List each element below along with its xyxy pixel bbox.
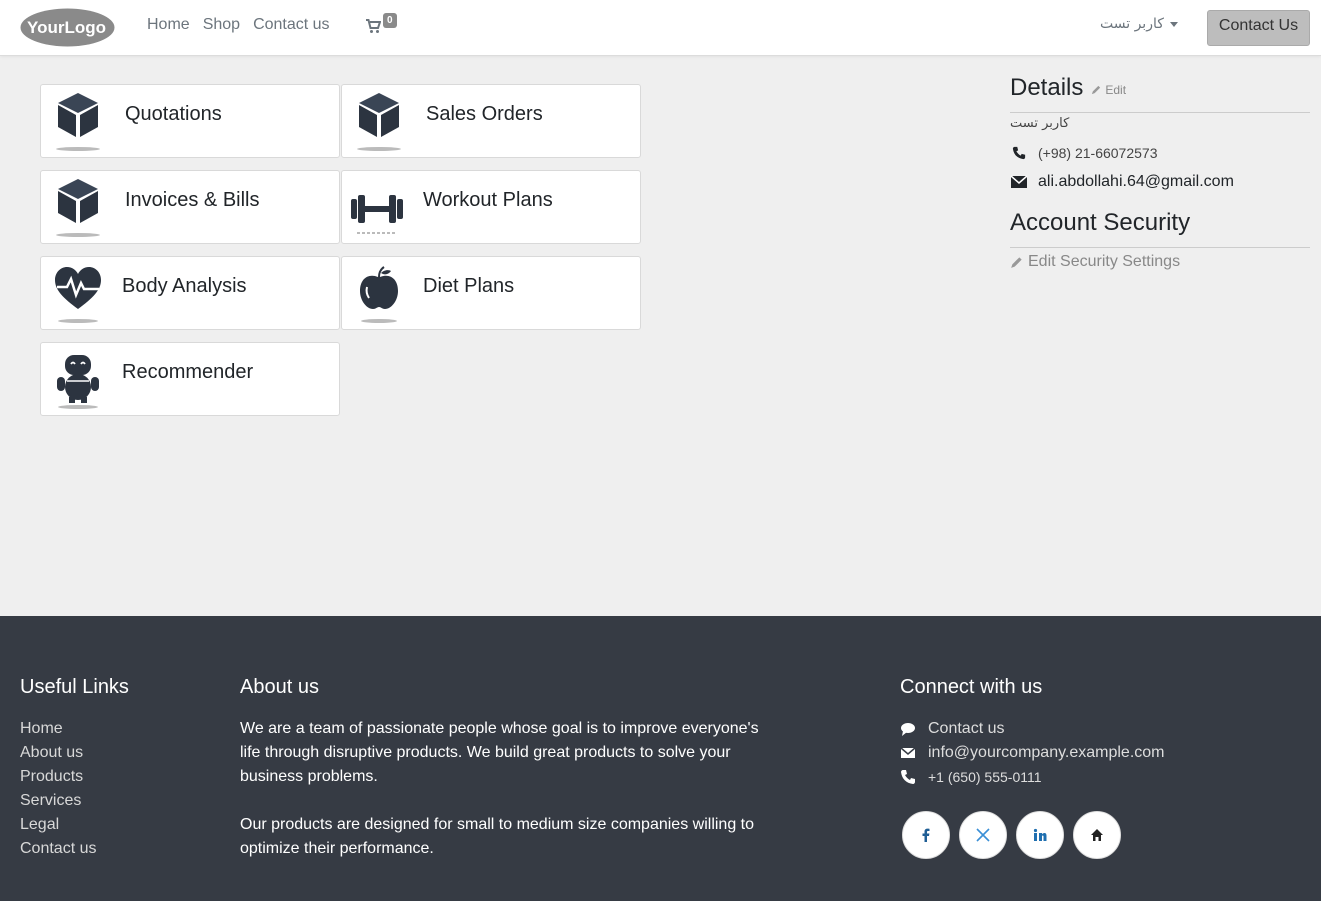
home-icon[interactable] xyxy=(1073,811,1121,859)
user-name: کاربر تست xyxy=(1100,16,1164,32)
main-nav: Home Shop Contact us xyxy=(147,16,343,34)
connect-email: info@yourcompany.example.com xyxy=(928,744,1165,761)
about-title: About us xyxy=(240,676,319,698)
envelope-icon xyxy=(900,747,916,758)
about-paragraph-2: Our products are designed for small to m… xyxy=(240,816,755,857)
card-label: Invoices & Bills xyxy=(125,189,260,211)
heart-pulse-icon xyxy=(55,267,101,323)
card-label: Quotations xyxy=(125,103,222,125)
details-title: Details xyxy=(1010,74,1084,101)
card-label: Sales Orders xyxy=(426,103,543,125)
account-security-header: Account Security xyxy=(1010,209,1310,248)
box-icon xyxy=(56,179,100,237)
card-label: Workout Plans xyxy=(423,189,553,211)
details-header: Details Edit xyxy=(1010,74,1310,113)
cart-count-badge: 0 xyxy=(383,13,397,28)
footer-useful-links: Useful Links Home About us Products Serv… xyxy=(20,676,129,861)
card-label: Recommender xyxy=(122,361,254,383)
footer-link-home[interactable]: Home xyxy=(20,717,129,741)
portal-card-recommender[interactable]: Recommender xyxy=(40,342,340,416)
pencil-icon xyxy=(1092,85,1101,95)
top-navbar: YourLogo Home Shop Contact us 0 کاربر تس… xyxy=(0,0,1321,56)
edit-security-settings-link[interactable]: Edit Security Settings xyxy=(1010,253,1310,271)
details-phone: (+98) 21-66072573 xyxy=(1038,145,1158,161)
phone-icon xyxy=(1012,146,1026,160)
robot-icon xyxy=(57,355,99,409)
x-twitter-icon[interactable] xyxy=(959,811,1007,859)
footer-link-about-us[interactable]: About us xyxy=(20,741,129,765)
portal-card-diet-plans[interactable]: Diet Plans xyxy=(341,256,641,330)
details-email-row: ali.abdollahi.64@gmail.com xyxy=(1010,173,1310,191)
portal-card-quotations[interactable]: Quotations xyxy=(40,84,340,158)
phone-icon xyxy=(901,770,915,784)
footer-link-legal[interactable]: Legal xyxy=(20,813,129,837)
portal-card-body-analysis[interactable]: Body Analysis xyxy=(40,256,340,330)
details-email: ali.abdollahi.64@gmail.com xyxy=(1038,173,1234,190)
footer-connect: Connect with us Contact us info@yourcomp… xyxy=(900,676,1165,859)
portal-card-sales-orders[interactable]: Sales Orders xyxy=(341,84,641,158)
dumbbell-icon xyxy=(351,195,403,234)
portal-card-invoices-bills[interactable]: Invoices & Bills xyxy=(40,170,340,244)
footer-link-products[interactable]: Products xyxy=(20,765,129,789)
user-dropdown[interactable]: کاربر تست xyxy=(1100,16,1178,32)
nav-home[interactable]: Home xyxy=(147,16,190,34)
about-paragraph-1: We are a team of passionate people whose… xyxy=(240,720,759,785)
connect-contact: Contact us xyxy=(928,720,1005,737)
logo[interactable]: YourLogo xyxy=(20,8,115,47)
envelope-icon xyxy=(1010,175,1028,188)
card-label: Body Analysis xyxy=(122,275,247,297)
connect-email-row[interactable]: info@yourcompany.example.com xyxy=(900,741,1165,765)
details-user-name: کاربر تست xyxy=(1010,116,1070,131)
edit-details-link[interactable]: Edit xyxy=(1091,83,1126,97)
box-icon xyxy=(56,93,100,151)
connect-phone: +1 (650) 555-0111 xyxy=(928,769,1042,785)
pencil-icon xyxy=(1011,257,1022,268)
contact-us-button[interactable]: Contact Us xyxy=(1207,10,1310,46)
portal-card-workout-plans[interactable]: Workout Plans xyxy=(341,170,641,244)
linkedin-icon[interactable] xyxy=(1016,811,1064,859)
box-icon xyxy=(357,93,401,151)
facebook-icon[interactable] xyxy=(902,811,950,859)
comment-icon xyxy=(901,723,915,736)
edit-security-label: Edit Security Settings xyxy=(1028,253,1181,270)
nav-contact-us[interactable]: Contact us xyxy=(253,16,329,34)
connect-title: Connect with us xyxy=(900,676,1043,698)
connect-phone-row: +1 (650) 555-0111 xyxy=(900,765,1165,789)
nav-shop[interactable]: Shop xyxy=(203,16,240,34)
social-links xyxy=(902,811,1165,859)
footer-link-services[interactable]: Services xyxy=(20,789,129,813)
details-phone-row: (+98) 21-66072573 xyxy=(1010,145,1310,161)
account-security-title: Account Security xyxy=(1010,209,1191,236)
cart-icon xyxy=(366,19,381,33)
card-label: Diet Plans xyxy=(423,275,515,297)
apple-icon xyxy=(360,266,398,323)
footer-about: About us We are a team of passionate peo… xyxy=(240,676,770,861)
connect-contact-row[interactable]: Contact us xyxy=(900,717,1165,741)
svg-text:YourLogo: YourLogo xyxy=(27,18,106,37)
chevron-down-icon xyxy=(1169,21,1178,27)
details-panel: Details Edit کاربر تست (+98) 21-66072573… xyxy=(1010,74,1310,271)
footer-link-contact-us[interactable]: Contact us xyxy=(20,837,129,861)
useful-links-title: Useful Links xyxy=(20,676,129,698)
footer: Useful Links Home About us Products Serv… xyxy=(0,616,1321,901)
cart-button[interactable]: 0 xyxy=(365,13,405,38)
edit-label: Edit xyxy=(1105,82,1127,97)
